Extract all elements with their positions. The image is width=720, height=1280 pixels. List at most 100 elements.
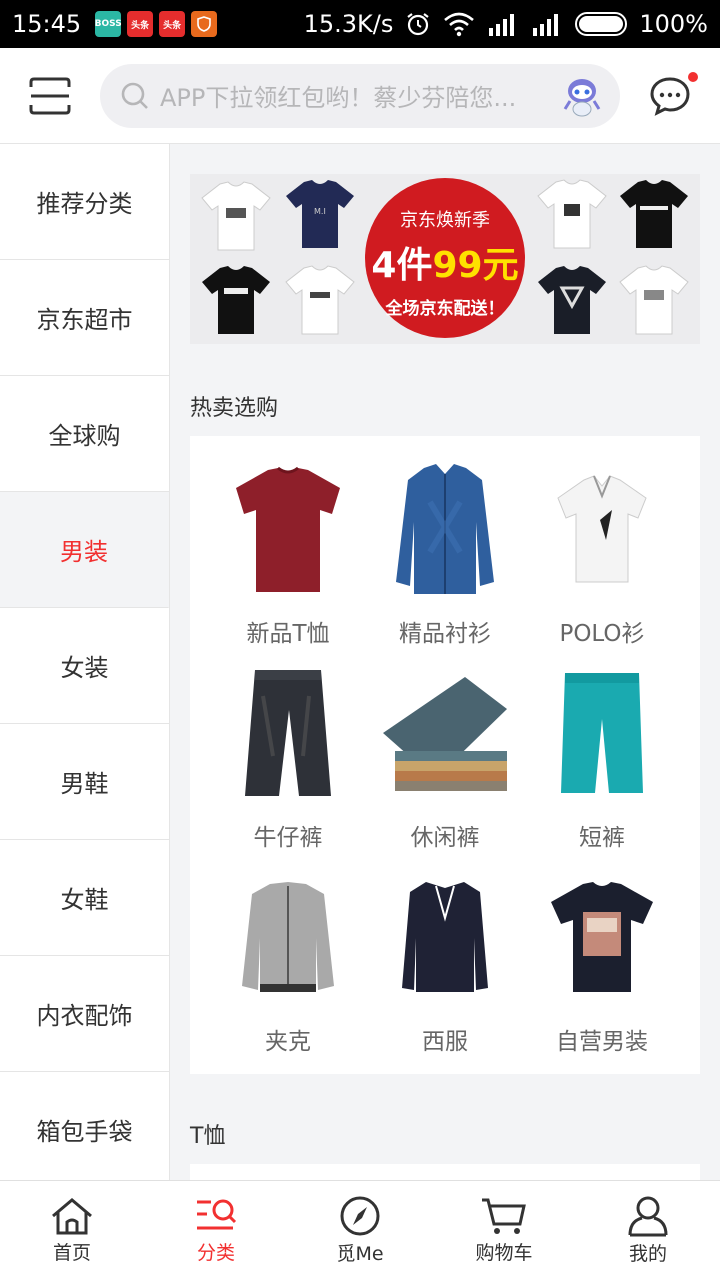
search-input[interactable]: APP下拉领红包哟！蔡少芬陪您... — [100, 63, 620, 128]
message-badge — [688, 71, 698, 82]
toutiao-app-icon: 头条 — [127, 11, 154, 37]
notification-icons: BOSS 头条 头条 — [95, 11, 218, 37]
promo-line1: 京东焕新季 — [400, 210, 490, 231]
network-speed: 15.3K/s — [303, 10, 394, 38]
sidebar-item-jd-supermarket[interactable]: 京东超市 — [0, 260, 169, 376]
search-placeholder: APP下拉领红包哟！蔡少芬陪您... — [160, 84, 517, 112]
sidebar-item-label: 男鞋 — [60, 770, 109, 798]
sidebar-item-recommended[interactable]: 推荐分类 — [0, 144, 169, 260]
shield-app-icon — [191, 11, 218, 37]
product-grid: 新品T恤 精品衬衫 POLO衫 牛仔裤 休闲裤 短裤 夹克 西服 自营男装 — [190, 436, 700, 1074]
sidebar-item-global[interactable]: 全球购 — [0, 376, 169, 492]
black-tshirt-icon-2 — [620, 180, 688, 248]
toutiao-app-icon-2: 头条 — [159, 11, 186, 37]
battery-icon — [575, 12, 628, 36]
search-icon — [121, 82, 148, 109]
sidebar-item-womenswear[interactable]: 女装 — [0, 608, 169, 724]
user-icon — [628, 1196, 668, 1237]
sidebar-item-label: 男装 — [60, 538, 108, 566]
suit-icon — [402, 882, 488, 992]
category-sidebar: 推荐分类 京东超市 全球购 男装 女装 男鞋 女鞋 内衣配饰 箱包手袋 — [0, 144, 170, 1180]
promo-line3: 全场京东配送！ — [385, 299, 505, 319]
promo-banner[interactable]: M.I 京东焕新季 4件99元 全场京东配送！ — [190, 174, 700, 344]
tab-label: 首页 — [52, 1242, 91, 1264]
product-label: 短裤 — [579, 825, 625, 851]
chat-bubble-icon — [650, 76, 690, 116]
promo-count: 4件 — [371, 245, 433, 286]
bottom-tab-bar: 首页 分类 觅Me 购物车 我的 — [0, 1180, 720, 1280]
product-polo[interactable]: POLO衫 — [524, 460, 680, 648]
status-bar: 15:45 BOSS 头条 头条 15.3K/s 100% — [0, 0, 720, 48]
wifi-icon — [444, 12, 475, 37]
jeans-icon — [245, 670, 331, 796]
product-shorts[interactable]: 短裤 — [524, 664, 680, 852]
white-tshirt-icon — [201, 181, 271, 251]
hot-picks-title: 热卖选购 — [190, 396, 279, 421]
cart-icon — [482, 1198, 526, 1234]
product-casual-pants[interactable]: 休闲裤 — [367, 664, 523, 852]
tab-label: 觅Me — [336, 1243, 384, 1265]
shorts-icon — [561, 673, 643, 793]
signal-icon-2 — [533, 14, 559, 36]
battery-level: 100% — [639, 10, 708, 38]
product-jeans[interactable]: 牛仔裤 — [210, 664, 366, 852]
product-suit[interactable]: 西服 — [367, 868, 523, 1056]
red-tshirt-icon — [236, 466, 340, 592]
sidebar-item-womens-shoes[interactable]: 女鞋 — [0, 840, 169, 956]
tab-label: 分类 — [196, 1242, 235, 1264]
alarm-icon — [407, 13, 430, 36]
promo-badge: 京东焕新季 4件99元 全场京东配送！ — [365, 178, 525, 338]
product-self-operated[interactable]: 自营男装 — [524, 868, 680, 1056]
product-new-tshirt[interactable]: 新品T恤 — [210, 460, 366, 648]
sidebar-item-bags[interactable]: 箱包手袋 — [0, 1072, 169, 1180]
sidebar-item-label: 京东超市 — [36, 306, 133, 334]
denim-shirt-icon — [396, 464, 494, 594]
printed-tshirt-icon — [551, 882, 653, 992]
white-tshirt-icon-2 — [285, 265, 355, 335]
white-tshirt-icon-3 — [537, 179, 607, 249]
scan-menu-icon — [29, 77, 71, 114]
product-premium-shirt[interactable]: 精品衬衫 — [367, 460, 523, 648]
jacket-icon — [242, 882, 334, 992]
boss-app-icon: BOSS — [95, 11, 122, 37]
home-icon — [52, 1198, 92, 1235]
sidebar-item-label: 全球购 — [48, 422, 121, 450]
tshirt-grid — [190, 1164, 700, 1180]
product-label: 夹克 — [265, 1029, 311, 1055]
tab-cart[interactable]: 购物车 — [432, 1181, 576, 1280]
sidebar-item-mens-shoes[interactable]: 男鞋 — [0, 724, 169, 840]
product-label: 休闲裤 — [410, 825, 480, 851]
product-label: 自营男装 — [556, 1029, 648, 1055]
product-label: 精品衬衫 — [399, 621, 491, 647]
robot-mascot-icon[interactable] — [562, 75, 602, 117]
svg-text:M.I: M.I — [314, 207, 326, 216]
product-label: 新品T恤 — [246, 621, 330, 647]
sidebar-item-label: 女装 — [60, 654, 109, 682]
message-button[interactable] — [620, 48, 720, 144]
status-time: 15:45 — [12, 10, 82, 38]
signal-icon — [489, 14, 515, 36]
black-tshirt-icon-3 — [538, 266, 606, 334]
sidebar-item-label: 内衣配饰 — [36, 1002, 133, 1030]
navy-tshirt-icon: M.I — [286, 180, 354, 248]
promo-line2: 4件99元 — [365, 236, 525, 288]
promo-price: 99元 — [432, 245, 519, 286]
polo-shirt-icon — [557, 475, 647, 583]
scan-menu-button[interactable] — [0, 48, 100, 144]
sidebar-item-underwear[interactable]: 内衣配饰 — [0, 956, 169, 1072]
tab-label: 我的 — [628, 1243, 667, 1265]
category-search-icon — [197, 1199, 237, 1230]
product-jacket[interactable]: 夹克 — [210, 868, 366, 1056]
sidebar-item-menswear[interactable]: 男装 — [0, 492, 169, 608]
product-label: 西服 — [422, 1029, 468, 1055]
tab-profile[interactable]: 我的 — [576, 1181, 720, 1280]
black-tshirt-icon — [202, 266, 270, 334]
tab-category[interactable]: 分类 — [144, 1181, 288, 1280]
tab-discover[interactable]: 觅Me — [288, 1181, 432, 1280]
white-tshirt-icon-4 — [619, 265, 689, 335]
category-content: M.I 京东焕新季 4件99元 全场京东配送！ 热卖选购 新品T恤 精品衬衫 P… — [170, 144, 720, 1180]
tab-label: 购物车 — [475, 1242, 533, 1264]
tab-home[interactable]: 首页 — [0, 1181, 144, 1280]
compass-icon — [340, 1196, 380, 1236]
folded-pants-icon — [383, 677, 507, 791]
